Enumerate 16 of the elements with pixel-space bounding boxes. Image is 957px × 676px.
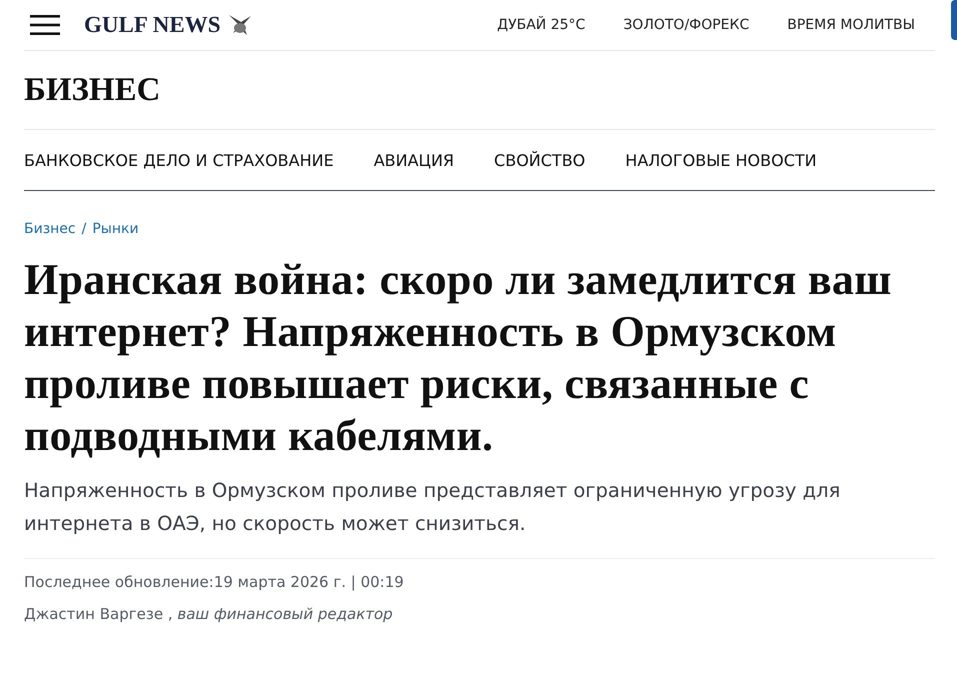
top-link[interactable]: ЗОЛОТО/ФОРЕКС	[623, 17, 750, 33]
section-title: БИЗНЕС	[24, 71, 162, 110]
section-link[interactable]: НАЛОГОВЫЕ НОВОСТИ	[625, 150, 817, 170]
breadcrumb-link[interactable]: Бизнес	[24, 221, 76, 237]
section-link[interactable]: СВОЙСТВО	[494, 150, 586, 170]
byline: Джастин Варгезе , ваш финансовый редактор	[24, 605, 394, 623]
breadcrumb-separator: /	[82, 221, 86, 237]
summary: Напряженность в Ормузском проливе представляет ограниченную угрозу для интернета в ОАЭ, но скорость может снизиться.	[24, 478, 842, 537]
update-time: Последнее обновление:19 марта 2026 г. | 00:19	[24, 573, 405, 591]
top-link[interactable]: ДУБАЙ 25°C	[497, 17, 586, 33]
top-link[interactable]: ВРЕМЯ МОЛИТВЫ	[787, 17, 915, 33]
section-link[interactable]: АВИАЦИЯ	[374, 150, 454, 170]
logo[interactable]: GULF NEWS	[84, 12, 221, 38]
breadcrumb-link[interactable]: Рынки	[92, 221, 139, 237]
section-link[interactable]: БАНКОВСКОЕ ДЕЛО И СТРАХОВАНИЕ	[24, 150, 334, 170]
headline: Иранская война: скоро ли замедлится ваш интернет? Напряженность в Ормузском проливе повышает риски, связанные с подводными кабелями.	[24, 254, 893, 462]
